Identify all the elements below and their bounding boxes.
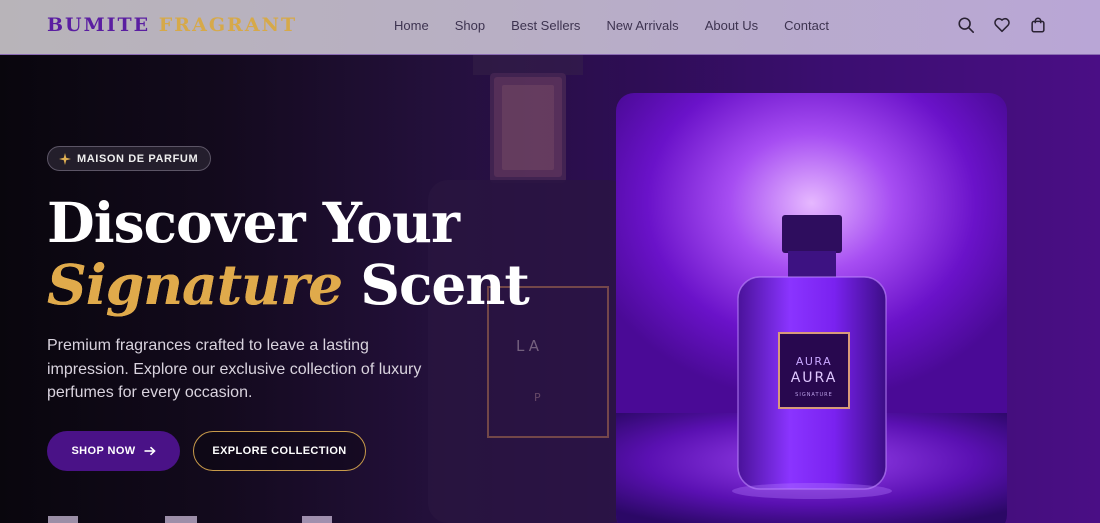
product-label-line2: AURA xyxy=(791,370,838,386)
stats-row-peek xyxy=(40,516,340,523)
badge-label: MAISON DE PARFUM xyxy=(77,152,199,165)
brand-logo[interactable]: BUMITE FRAGRANT xyxy=(47,14,297,36)
nav-link-shop[interactable]: Shop xyxy=(455,18,485,33)
nav-link-new-arrivals[interactable]: New Arrivals xyxy=(606,18,678,33)
shopping-bag-icon[interactable] xyxy=(1029,16,1047,34)
heart-icon[interactable] xyxy=(993,16,1011,34)
headline-highlight: Signature xyxy=(47,252,343,317)
background-bottle-label-line1: LA xyxy=(516,337,543,355)
nav-link-contact[interactable]: Contact xyxy=(784,18,829,33)
navbar: BUMITE FRAGRANT Home Shop Best Sellers N… xyxy=(0,0,1100,55)
shop-now-button[interactable]: SHOP NOW xyxy=(47,431,180,471)
arrow-right-icon xyxy=(144,446,156,456)
hero-headline: Discover Your Signature Scent xyxy=(47,190,530,317)
explore-collection-label: EXPLORE COLLECTION xyxy=(212,445,347,457)
hero-description: Premium fragrances crafted to leave a la… xyxy=(47,337,422,401)
maison-badge: MAISON DE PARFUM xyxy=(47,146,212,171)
product-image-card: AURA AURA SIGNATURE xyxy=(616,93,1007,523)
product-label-line3: SIGNATURE xyxy=(795,392,833,398)
background-bottle-label-line2: P xyxy=(534,391,544,404)
nav-link-home[interactable]: Home xyxy=(394,18,429,33)
explore-collection-button[interactable]: EXPLORE COLLECTION xyxy=(193,431,366,471)
search-icon[interactable] xyxy=(957,16,975,34)
stat-peek-2 xyxy=(165,516,197,523)
nav-link-about-us[interactable]: About Us xyxy=(705,18,758,33)
product-label-line1: AURA xyxy=(796,355,832,368)
sparkle-icon xyxy=(59,152,71,165)
hero-section: LA P AURA AURA SIGNATURE MAISON DE PARFU… xyxy=(0,55,1100,523)
shop-now-label: SHOP NOW xyxy=(71,445,136,457)
headline-rest: Scent xyxy=(360,252,530,317)
stat-peek-3 xyxy=(302,516,332,523)
nav-link-best-sellers[interactable]: Best Sellers xyxy=(511,18,580,33)
main-nav: Home Shop Best Sellers New Arrivals Abou… xyxy=(394,18,829,33)
nav-icons xyxy=(957,16,1047,34)
brand-name-part2: FRAGRANT xyxy=(158,14,298,36)
headline-line1: Discover Your xyxy=(47,190,460,255)
brand-name-part1: BUMITE xyxy=(47,14,151,36)
stat-peek-1 xyxy=(48,516,78,523)
perfume-bottle-image: AURA AURA SIGNATURE xyxy=(732,215,892,499)
